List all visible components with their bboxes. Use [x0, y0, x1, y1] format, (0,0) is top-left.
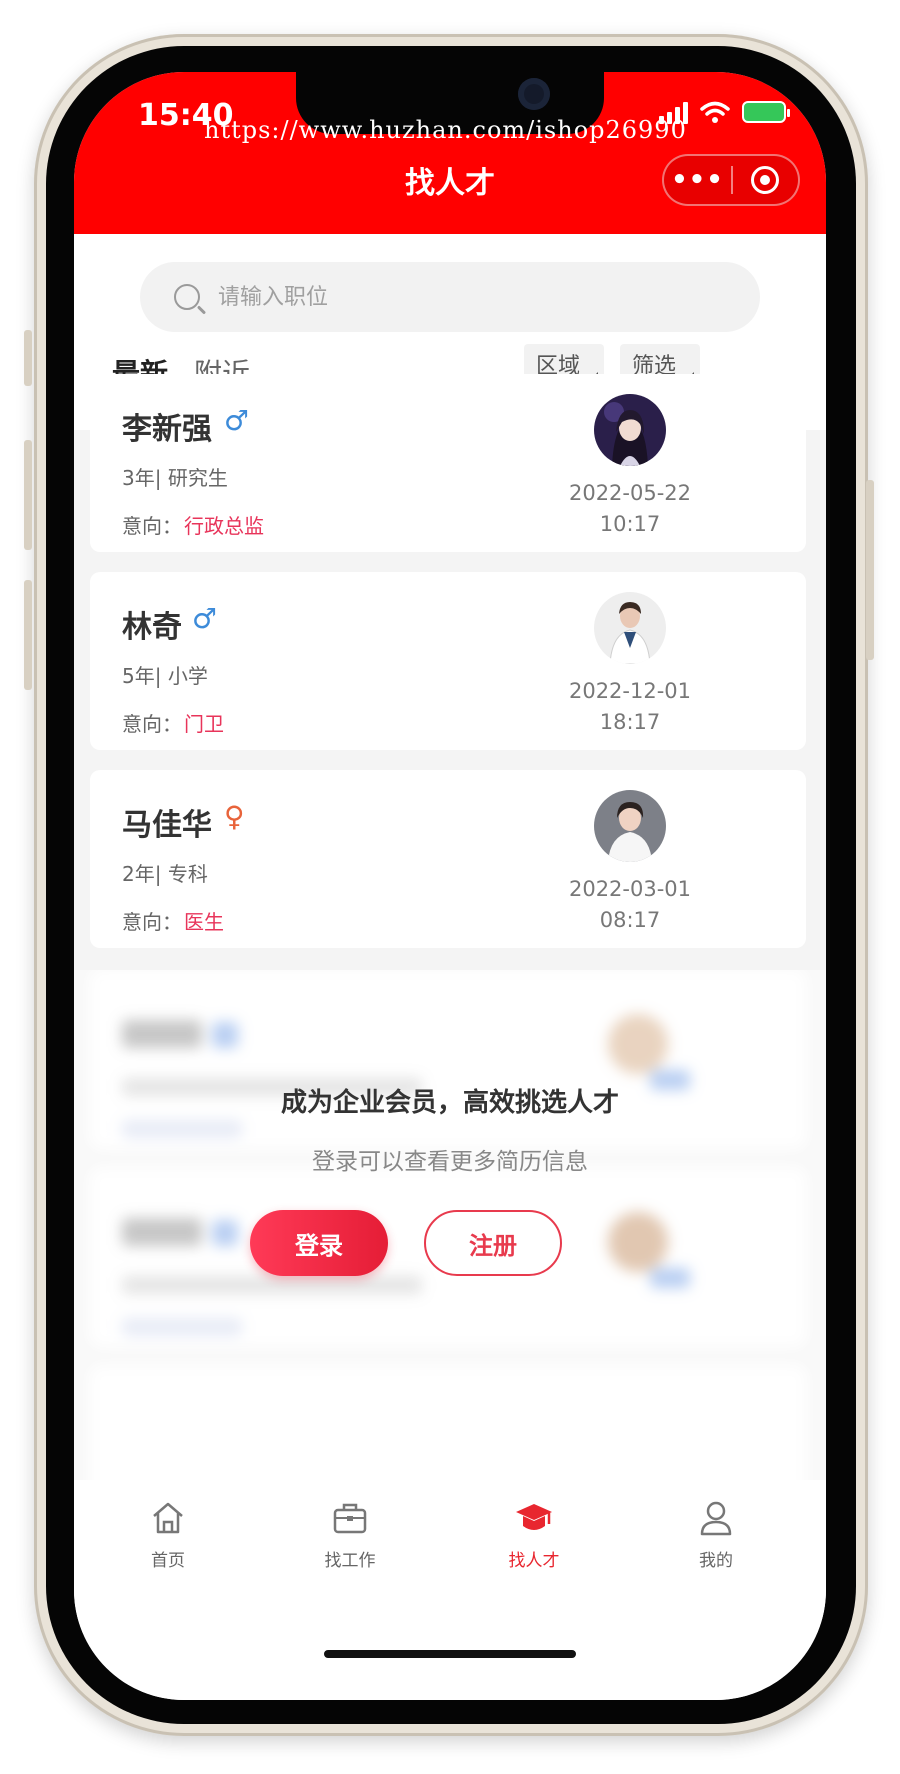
update-date: 2022-03-01 — [568, 877, 692, 901]
tabbar-label: 找工作 — [324, 1551, 376, 1571]
tabbar-label: 首页 — [151, 1551, 185, 1571]
miniprogram-capsule: ••• — [662, 154, 800, 206]
close-miniprogram-button[interactable] — [733, 166, 798, 194]
update-time: 2022-03-01 08:17 — [530, 874, 730, 936]
graduation-cap-icon — [516, 1504, 552, 1530]
briefcase-icon — [333, 1503, 367, 1534]
female-icon: ♀ — [224, 800, 245, 833]
update-time: 2022-12-01 18:17 — [530, 676, 730, 738]
candidate-name: 李新强 — [122, 412, 212, 447]
locked-candidates-area: 成为企业会员，高效挑选人才 登录可以查看更多简历信息 登录 注册 — [74, 970, 826, 1480]
update-clock: 08:17 — [599, 908, 661, 932]
tabbar-item-home[interactable]: 首页 — [108, 1498, 228, 1571]
update-date: 2022-05-22 — [568, 481, 692, 505]
register-button[interactable]: 注册 — [424, 1210, 562, 1276]
app-screen: 15:40 https://www.huzhan.com/ishop26990 … — [74, 72, 826, 1700]
target-circle-icon — [751, 166, 780, 194]
intent-position: 门卫 — [184, 712, 224, 736]
tabbar-item-find-talent[interactable]: 找人才 — [474, 1498, 594, 1571]
male-icon: ♂ — [192, 602, 218, 635]
battery-icon — [742, 101, 790, 123]
watermark-url: https://www.huzhan.com/ishop26990 — [204, 116, 687, 144]
home-icon — [153, 1502, 183, 1534]
male-icon: ♂ — [224, 404, 250, 437]
intent-label: 意向： — [122, 712, 182, 736]
intent-label: 意向： — [122, 910, 182, 934]
membership-prompt-subtitle: 登录可以查看更多简历信息 — [312, 1149, 588, 1175]
avatar — [594, 790, 666, 862]
intent-position: 行政总监 — [184, 514, 264, 538]
candidate-card[interactable]: 李新强 ♂ 3年| 研究生 意向： 行政总监 2022-05-22 10:17 — [90, 374, 806, 552]
intent-label: 意向： — [122, 514, 182, 538]
update-clock: 18:17 — [599, 710, 661, 734]
search-input[interactable] — [218, 284, 638, 310]
update-date: 2022-12-01 — [568, 679, 692, 703]
bottom-tab-bar: 首页 找工作 找人才 我的 — [74, 1480, 826, 1700]
user-icon — [700, 1501, 732, 1536]
mute-switch — [24, 330, 32, 386]
intent-position: 医生 — [184, 910, 224, 934]
volume-down-button — [24, 580, 32, 690]
tabbar-label: 我的 — [699, 1551, 733, 1571]
power-button — [866, 480, 874, 660]
candidate-name: 林奇 — [122, 610, 182, 645]
avatar — [594, 394, 666, 466]
search-bar[interactable] — [140, 262, 760, 332]
search-icon — [174, 284, 200, 310]
candidate-experience: 5年| 小学 — [122, 664, 208, 688]
tabbar-label: 找人才 — [508, 1551, 560, 1571]
candidate-card[interactable]: 马佳华 ♀ 2年| 专科 意向： 医生 2022-03-01 08:17 — [90, 770, 806, 948]
volume-up-button — [24, 440, 32, 550]
home-indicator[interactable] — [324, 1650, 576, 1658]
wifi-icon — [700, 101, 730, 123]
tabbar-item-find-job[interactable]: 找工作 — [290, 1498, 410, 1571]
tabbar-item-mine[interactable]: 我的 — [656, 1498, 776, 1571]
update-time: 2022-05-22 10:17 — [530, 478, 730, 540]
update-clock: 10:17 — [599, 512, 661, 536]
membership-prompt-title: 成为企业会员，高效挑选人才 — [280, 1088, 619, 1118]
more-menu-button[interactable]: ••• — [664, 165, 731, 195]
avatar — [594, 592, 666, 664]
front-camera-icon — [518, 78, 550, 110]
candidate-experience: 3年| 研究生 — [122, 466, 228, 490]
app-header: 15:40 https://www.huzhan.com/ishop26990 … — [74, 72, 826, 234]
login-button[interactable]: 登录 — [250, 1210, 388, 1276]
candidate-name: 马佳华 — [122, 808, 212, 843]
candidate-card[interactable]: 林奇 ♂ 5年| 小学 意向： 门卫 2022-12-01 18:17 — [90, 572, 806, 750]
candidate-experience: 2年| 专科 — [122, 862, 208, 886]
